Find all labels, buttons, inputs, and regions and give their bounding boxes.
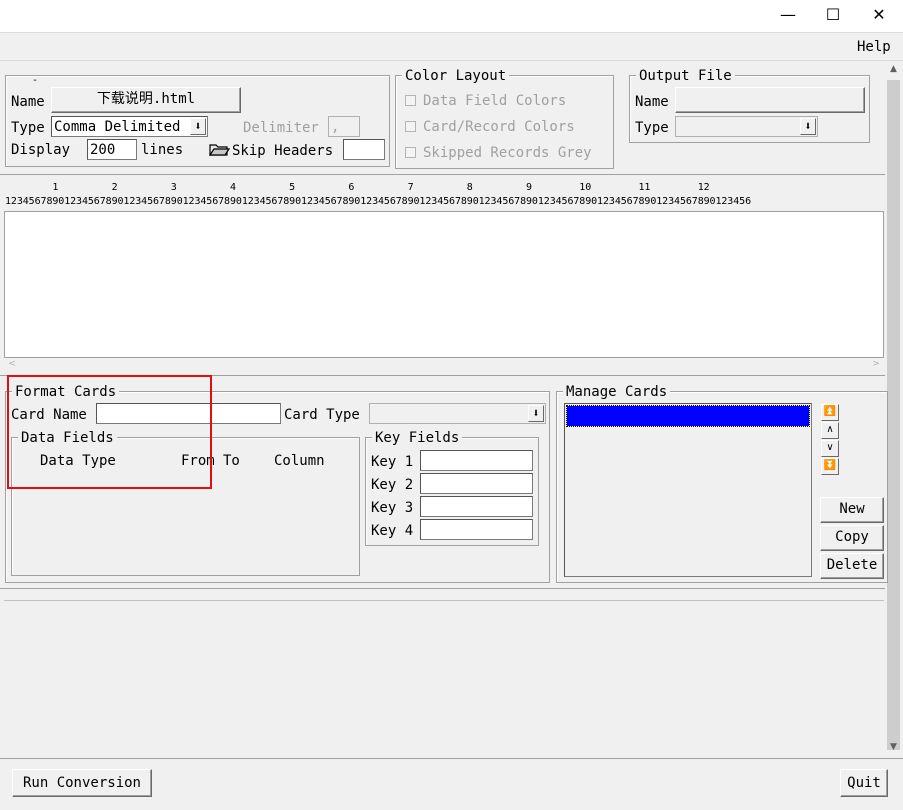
output-name-label: Name — [635, 94, 669, 110]
scroll-right-icon[interactable]: > — [870, 359, 882, 369]
log-area-divider — [4, 600, 884, 601]
separator — [0, 174, 885, 175]
display-lines-value: 200 — [90, 142, 116, 158]
key-4-input[interactable] — [420, 519, 533, 540]
skipped-records-grey-label: Skipped Records Grey — [423, 145, 592, 161]
skip-headers-label: Skip Headers — [232, 143, 334, 159]
card-type-label: Card Type — [284, 407, 360, 423]
skipped-records-grey-checkbox[interactable] — [405, 147, 416, 158]
ruler-tens: 1 2 3 4 5 6 7 8 9 10 11 12 — [5, 182, 710, 193]
preview-area[interactable] — [4, 211, 884, 358]
output-type-select[interactable]: ⬇ — [675, 116, 818, 137]
color-layout-legend: Color Layout — [402, 68, 510, 84]
delimiter-label: Delimiter — [243, 120, 319, 136]
output-type-label: Type — [635, 120, 669, 136]
file-type-select[interactable]: Comma Delimited ⬇ — [51, 116, 208, 137]
card-record-colors-checkbox[interactable] — [405, 121, 416, 132]
output-file-legend: Output File — [636, 68, 735, 84]
file-name-button[interactable]: 下载说明.html — [51, 87, 241, 113]
separator — [0, 588, 885, 589]
key-2-label: Key 2 — [371, 477, 414, 493]
highlight-box — [7, 375, 212, 489]
file-type-dropdown-icon[interactable]: ⬇ — [190, 118, 206, 135]
card-record-colors-label: Card/Record Colors — [423, 119, 575, 135]
cards-list[interactable] — [564, 403, 812, 577]
output-type-dropdown-icon[interactable]: ⬇ — [800, 118, 816, 135]
scroll-down-icon[interactable]: ▼ — [885, 742, 902, 752]
separator — [0, 758, 903, 759]
key-1-input[interactable] — [420, 450, 533, 471]
output-name-button[interactable] — [675, 87, 865, 113]
key-2-input[interactable] — [420, 473, 533, 494]
quit-button[interactable]: Quit — [840, 769, 888, 797]
delimiter-value: , — [331, 119, 340, 135]
manage-cards-legend: Manage Cards — [563, 384, 671, 400]
move-top-icon[interactable]: ⏫ — [821, 404, 839, 421]
key-1-label: Key 1 — [371, 454, 414, 470]
key-4-label: Key 4 — [371, 523, 414, 539]
move-up-icon[interactable]: ∧ — [821, 422, 839, 439]
menu-bar: Help — [0, 33, 903, 61]
maximize-button[interactable]: ☐ — [810, 0, 856, 32]
file-type-value: Comma Delimited — [54, 119, 181, 135]
close-button[interactable]: ✕ — [856, 0, 902, 32]
move-bottom-icon[interactable]: ⏬ — [821, 458, 839, 475]
data-field-colors-label: Data Field Colors — [423, 93, 567, 109]
open-folder-icon[interactable] — [208, 141, 231, 157]
minimize-button[interactable]: — — [765, 0, 811, 32]
file-type-label: Type — [11, 120, 45, 136]
col-column: Column — [274, 453, 325, 469]
new-card-button[interactable]: New — [820, 497, 884, 523]
lines-label: lines — [141, 142, 184, 158]
copy-card-button[interactable]: Copy — [820, 525, 884, 551]
display-label: Display — [11, 142, 71, 158]
col-to: To — [223, 453, 240, 469]
move-down-icon[interactable]: ∨ — [821, 440, 839, 457]
display-lines-input[interactable]: 200 — [87, 139, 137, 160]
skip-headers-input[interactable] — [343, 139, 385, 160]
data-field-colors-checkbox[interactable] — [405, 95, 416, 106]
file-panel-legend: - — [32, 75, 39, 86]
key-3-label: Key 3 — [371, 500, 414, 516]
title-bar: — ☐ ✕ — [0, 0, 903, 33]
card-type-select[interactable]: ⬇ — [369, 403, 546, 424]
cards-list-selected-item[interactable] — [566, 405, 810, 427]
preview-hscrollbar[interactable]: < > — [4, 358, 884, 372]
card-type-dropdown-icon[interactable]: ⬇ — [528, 405, 544, 422]
scroll-left-icon[interactable]: < — [6, 359, 18, 369]
key-fields-legend: Key Fields — [372, 430, 463, 446]
run-conversion-button[interactable]: Run Conversion — [12, 769, 152, 797]
delete-card-button[interactable]: Delete — [820, 553, 884, 579]
key-3-input[interactable] — [420, 496, 533, 517]
delimiter-input[interactable]: , — [328, 116, 360, 137]
scroll-thumb[interactable] — [887, 80, 900, 750]
menu-help[interactable]: Help — [857, 38, 891, 56]
scroll-up-icon[interactable]: ▲ — [885, 64, 902, 74]
ruler-units: 1234567890123456789012345678901234567890… — [5, 196, 751, 207]
file-name-label: Name — [11, 94, 45, 110]
